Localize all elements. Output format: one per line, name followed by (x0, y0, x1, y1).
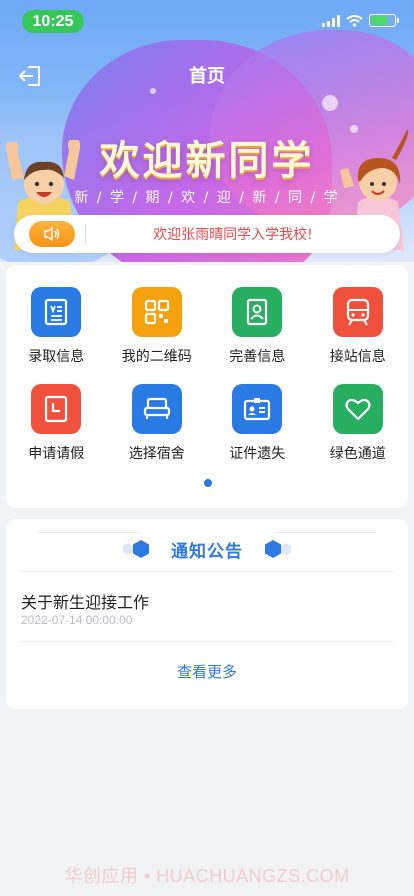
tile-admission-info[interactable]: 录取信息 (6, 287, 107, 366)
banner-bubble (150, 88, 156, 94)
speaker-button[interactable] (29, 221, 75, 247)
banner-title: 欢迎新同学 (99, 137, 315, 184)
tile-choose-dorm[interactable]: 选择宿舍 (107, 384, 208, 463)
tile-label: 录取信息 (28, 349, 85, 365)
view-more-link[interactable]: 查看更多 (6, 661, 408, 682)
wifi-icon (346, 14, 363, 27)
banner-bubble (322, 95, 338, 111)
tile-label: 证件遗失 (229, 446, 286, 462)
id-card-icon (232, 384, 283, 434)
status-icons (322, 14, 399, 27)
hexagon-icon (265, 540, 291, 558)
tile-pickup-info[interactable]: 接站信息 (308, 287, 409, 366)
tile-apply-leave[interactable]: 申请请假 (6, 384, 107, 463)
hexagon-icon (123, 540, 149, 558)
status-time: 10:25 (22, 10, 84, 33)
banner-subtitle: 新 / 学 / 期 / 欢 / 迎 / 新 / 同 / 学 (74, 190, 340, 206)
function-grid: 录取信息 我的二维码 完善信息 接站信息 申请请假 选择宿舍 证件遗失 绿色通道 (6, 287, 408, 463)
tile-label: 完善信息 (229, 349, 286, 365)
section-header: 通知公告 (6, 536, 408, 562)
bed-icon (131, 384, 182, 434)
leave-clock-icon (31, 384, 82, 434)
tile-label: 接站信息 (329, 349, 386, 365)
watermark: 华创应用 • HUACHUANGZS.COM (64, 866, 350, 886)
welcome-notice-bar[interactable]: 欢迎张雨晴同学入学我校! (14, 215, 400, 253)
tile-my-qr-code[interactable]: 我的二维码 (107, 287, 208, 366)
heart-icon (332, 384, 383, 434)
tile-label: 绿色通道 (329, 446, 386, 462)
section-title: 通知公告 (171, 541, 243, 562)
announcement-card: 通知公告 关于新生迎接工作 2022-07-14 00:00:00 查看更多 (6, 519, 408, 709)
tile-complete-profile[interactable]: 完善信息 (207, 287, 308, 366)
qr-code-icon (131, 287, 182, 337)
tile-lost-certificate[interactable]: 证件遗失 (207, 384, 308, 463)
function-grid-card: 录取信息 我的二维码 完善信息 接站信息 申请请假 选择宿舍 证件遗失 绿色通道 (6, 265, 408, 508)
tile-green-channel[interactable]: 绿色通道 (308, 384, 409, 463)
welcome-notice-text: 欢迎张雨晴同学入学我校! (153, 227, 313, 243)
cellular-signal-icon (322, 14, 340, 27)
admission-card-icon (31, 287, 82, 337)
battery-icon (369, 14, 399, 27)
announcement-item-date: 2022-07-14 00:00:00 (21, 613, 133, 627)
tile-label: 选择宿舍 (128, 446, 185, 462)
divider (20, 571, 394, 572)
train-icon (332, 287, 383, 337)
divider (276, 532, 376, 533)
page-title: 首页 (189, 66, 225, 87)
divider (20, 641, 394, 642)
divider (38, 532, 138, 533)
announcement-item-title[interactable]: 关于新生迎接工作 (21, 589, 149, 613)
tile-label: 我的二维码 (121, 349, 192, 365)
speaker-icon (44, 226, 60, 242)
profile-edit-icon (232, 287, 283, 337)
page-indicator-dot[interactable] (204, 479, 212, 487)
tile-label: 申请请假 (28, 446, 85, 462)
